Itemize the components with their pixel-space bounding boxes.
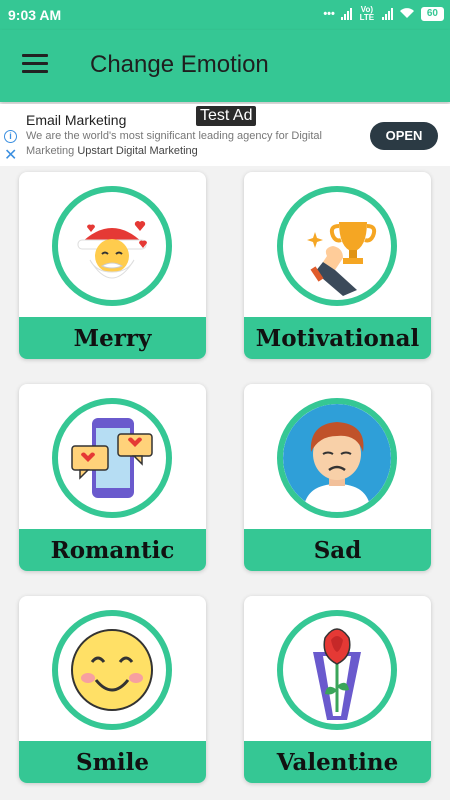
battery-icon: 60 (420, 7, 444, 21)
status-icons: ••• Vo) LTE 60 (323, 6, 444, 22)
emotion-label: Romantic (19, 529, 206, 571)
emotion-card-motivational[interactable]: Motivational (244, 172, 431, 359)
wifi-icon (399, 7, 415, 22)
smiley-icon (52, 610, 172, 730)
status-bar: 9:03 AM ••• Vo) LTE 60 (0, 0, 450, 30)
emotion-label: Motivational (244, 317, 431, 359)
ad-banner[interactable]: Test Ad i ✕ Email Marketing We are the w… (0, 104, 450, 166)
emotion-card-merry[interactable]: Merry (19, 172, 206, 359)
info-icon[interactable]: i (4, 130, 17, 143)
volte-label: Vo) LTE (359, 5, 375, 22)
signal-icon-2 (381, 8, 393, 20)
trophy-icon (277, 186, 397, 306)
app-bar: Change Emotion (0, 30, 450, 102)
signal-icon (340, 8, 352, 20)
phone-chat-hearts-icon (52, 398, 172, 518)
emotion-card-valentine[interactable]: Valentine (244, 596, 431, 783)
santa-icon (52, 186, 172, 306)
ad-open-button[interactable]: OPEN (370, 122, 438, 150)
emotion-card-sad[interactable]: Sad (244, 384, 431, 571)
sad-boy-icon (277, 398, 397, 518)
test-ad-badge: Test Ad (196, 106, 257, 126)
rose-bouquet-icon (277, 610, 397, 730)
ad-title[interactable]: Email Marketing (26, 112, 126, 128)
status-time: 9:03 AM (8, 7, 62, 23)
emotion-label: Valentine (244, 741, 431, 783)
emotion-label: Merry (19, 317, 206, 359)
emotion-card-romantic[interactable]: Romantic (19, 384, 206, 571)
dots-icon: ••• (323, 8, 335, 20)
emotion-label: Smile (19, 741, 206, 783)
menu-icon[interactable] (22, 54, 48, 76)
ad-advertiser: Upstart Digital Marketing (77, 145, 198, 157)
emotion-label: Sad (244, 529, 431, 571)
emotion-card-smile[interactable]: Smile (19, 596, 206, 783)
close-icon[interactable]: ✕ (4, 148, 17, 164)
ad-text: We are the world's most significant lead… (26, 129, 336, 159)
page-title: Change Emotion (90, 51, 269, 78)
